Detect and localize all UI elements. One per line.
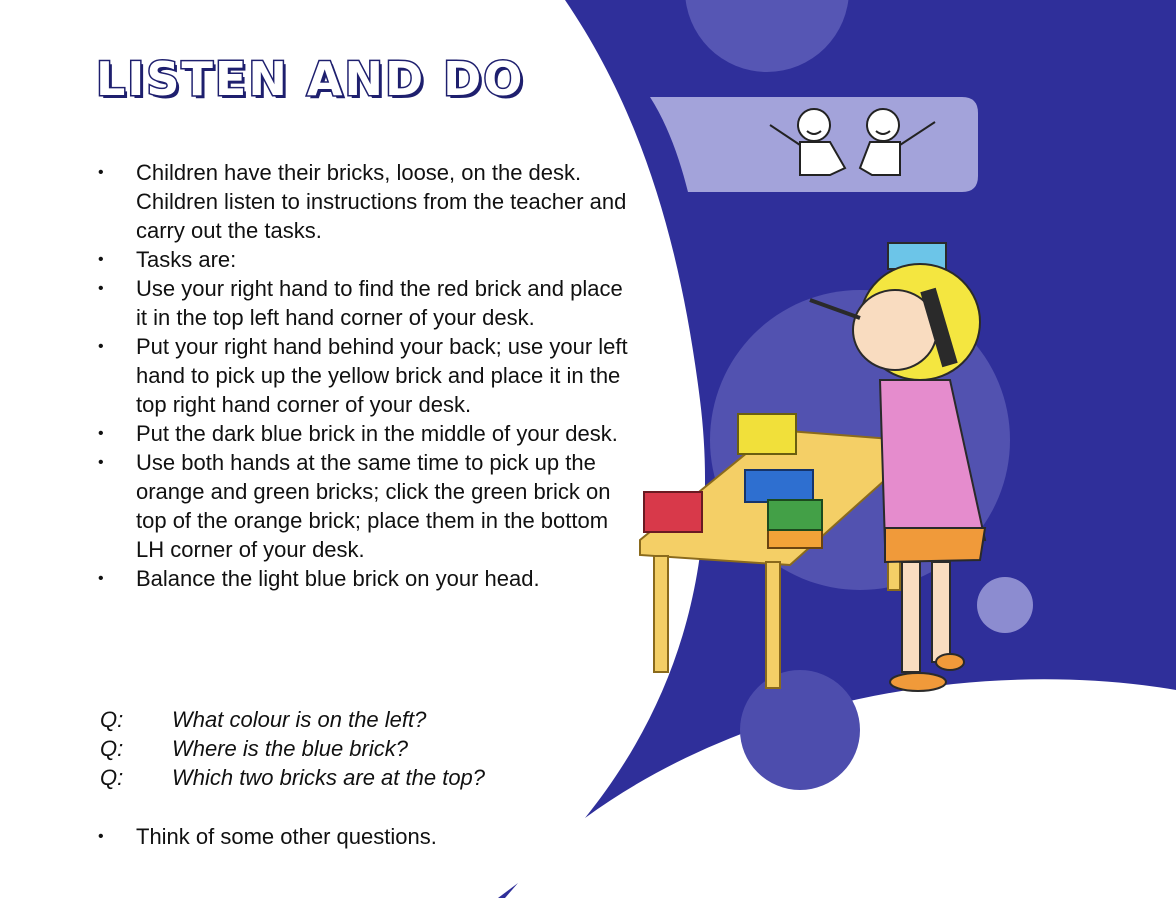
circle-bottom (740, 670, 860, 790)
question-row: Q: What colour is on the left? (100, 705, 620, 734)
final-list: Think of some other questions. (96, 822, 437, 851)
question-row: Q: Which two bricks are at the top? (100, 763, 620, 792)
question-label: Q: (100, 765, 124, 790)
question-text: Which two bricks are at the top? (172, 765, 486, 790)
question-text: Where is the blue brick? (172, 736, 408, 761)
list-item: Balance the light blue brick on your hea… (96, 564, 636, 593)
list-item: Put the dark blue brick in the middle of… (96, 419, 636, 448)
circle-small (977, 577, 1033, 633)
list-item: Put your right hand behind your back; us… (96, 332, 636, 419)
list-item: Use both hands at the same time to pick … (96, 448, 636, 564)
list-item: Use your right hand to find the red bric… (96, 274, 636, 332)
question-row: Q: Where is the blue brick? (100, 734, 620, 763)
blue-tail (498, 883, 518, 898)
task-list: Children have their bricks, loose, on th… (96, 158, 636, 593)
question-text: What colour is on the left? (172, 707, 427, 732)
question-list: Q: What colour is on the left? Q: Where … (100, 705, 620, 792)
list-item: Think of some other questions. (96, 822, 437, 851)
question-label: Q: (100, 707, 124, 732)
list-item: Children have their bricks, loose, on th… (96, 158, 636, 245)
list-item: Tasks are: (96, 245, 636, 274)
question-label: Q: (100, 736, 124, 761)
page-title: LISTEN AND DO (94, 51, 525, 108)
